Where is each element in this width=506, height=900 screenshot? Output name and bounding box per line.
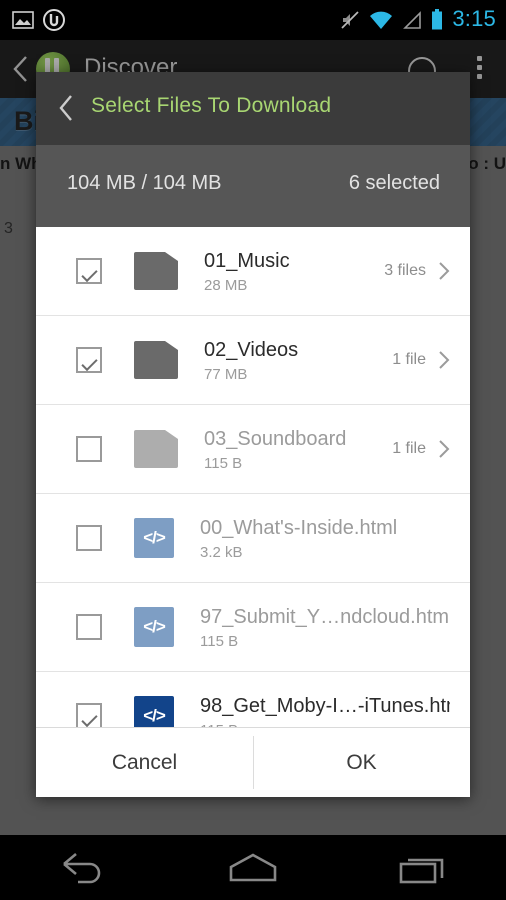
file-meta: 98_Get_Moby-I…-iTunes.html115 B — [200, 694, 450, 728]
android-nav-bar — [0, 835, 506, 900]
file-size: 115 B — [200, 633, 450, 650]
file-size: 115 B — [204, 455, 392, 472]
home-icon[interactable] — [225, 851, 281, 885]
dialog-back-chevron-icon[interactable] — [56, 93, 76, 123]
file-count: 3 files — [384, 262, 426, 280]
file-row[interactable]: </> 98_Get_Moby-I…-iTunes.html115 B — [36, 672, 470, 727]
file-size: 28 MB — [204, 277, 384, 294]
file-list[interactable]: 01_Music28 MB3 files02_Videos77 MB1 file… — [36, 227, 470, 727]
file-name: 97_Submit_Y…ndcloud.html — [200, 605, 450, 630]
file-row[interactable]: 03_Soundboard 115 B1 file — [36, 405, 470, 494]
dialog-button-bar: Cancel OK — [36, 727, 470, 797]
file-row[interactable]: </> 00_What's-Inside.html 3.2 kB — [36, 494, 470, 583]
checkbox-checked[interactable] — [76, 703, 102, 727]
file-name: 02_Videos — [204, 338, 392, 363]
file-count: 1 file — [392, 440, 426, 458]
html-file-icon: </> — [134, 518, 174, 558]
image-icon — [12, 10, 34, 30]
html-file-icon: </> — [134, 607, 174, 647]
folder-icon — [134, 430, 178, 468]
file-size: 77 MB — [204, 366, 392, 383]
selected-summary: 6 selected — [349, 172, 440, 195]
checkbox-unchecked[interactable] — [76, 614, 102, 640]
wifi-icon — [369, 11, 393, 30]
file-meta: 97_Submit_Y…ndcloud.html 115 B — [200, 605, 450, 650]
file-meta: 02_Videos 77 MB — [204, 338, 392, 383]
file-name: 01_Music — [204, 249, 384, 274]
battery-icon — [431, 9, 443, 31]
file-row[interactable]: 01_Music 28 MB3 files — [36, 227, 470, 316]
file-row-trailing: 1 file — [392, 350, 450, 370]
file-meta: 00_What's-Inside.html 3.2 kB — [200, 516, 450, 561]
dialog-title: Select Files To Download — [91, 94, 331, 118]
file-name: 00_What's-Inside.html — [200, 516, 450, 541]
file-name: 03_Soundboard — [204, 427, 392, 452]
select-files-dialog: Select Files To Download 104 MB / 104 MB… — [36, 72, 470, 796]
file-row-trailing: 1 file — [392, 439, 450, 459]
file-size: 3.2 kB — [200, 544, 450, 561]
checkbox-checked[interactable] — [76, 347, 102, 373]
size-summary: 104 MB / 104 MB — [67, 172, 222, 195]
checkbox-unchecked[interactable] — [76, 436, 102, 462]
back-arrow-icon[interactable] — [58, 851, 110, 885]
checkbox-checked[interactable] — [76, 258, 102, 284]
chevron-right-icon[interactable] — [438, 439, 450, 459]
status-bar-left-icons — [12, 0, 65, 40]
utorrent-icon — [43, 9, 65, 31]
button-divider — [253, 736, 254, 789]
folder-icon — [134, 341, 178, 379]
file-meta: 03_Soundboard 115 B — [204, 427, 392, 472]
file-row[interactable]: 02_Videos 77 MB1 file — [36, 316, 470, 405]
file-meta: 01_Music 28 MB — [204, 249, 384, 294]
file-name: 98_Get_Moby-I…-iTunes.html — [200, 694, 450, 719]
cancel-button[interactable]: Cancel — [36, 728, 253, 797]
chevron-right-icon[interactable] — [438, 261, 450, 281]
checkbox-unchecked[interactable] — [76, 525, 102, 551]
file-row[interactable]: </> 97_Submit_Y…ndcloud.html 115 B — [36, 583, 470, 672]
dialog-subheader: 104 MB / 104 MB 6 selected — [36, 145, 470, 227]
chevron-right-icon[interactable] — [438, 350, 450, 370]
status-bar-clock: 3:15 — [452, 8, 496, 32]
status-bar-right-icons: 3:15 — [340, 0, 496, 40]
folder-icon — [134, 252, 178, 290]
html-file-icon: </> — [134, 696, 174, 727]
ok-button[interactable]: OK — [253, 728, 470, 797]
cell-signal-icon — [402, 11, 422, 30]
file-row-trailing: 3 files — [384, 261, 450, 281]
dialog-header: Select Files To Download — [36, 72, 470, 145]
status-bar: 3:15 — [0, 0, 506, 40]
recents-icon[interactable] — [396, 851, 448, 885]
file-count: 1 file — [392, 351, 426, 369]
mute-icon — [340, 10, 360, 30]
